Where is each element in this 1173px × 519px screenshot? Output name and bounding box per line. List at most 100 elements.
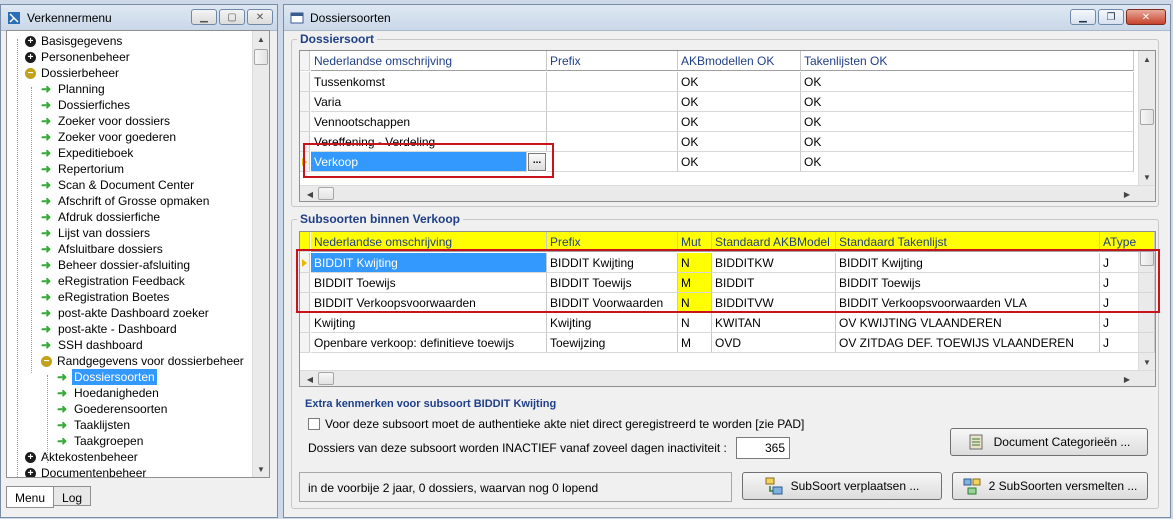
grid-cell[interactable]: OK bbox=[678, 92, 801, 112]
tree-item[interactable]: ➜ Goederensoorten bbox=[57, 401, 169, 417]
grid-cell[interactable]: OK bbox=[678, 132, 801, 152]
scroll-right-icon[interactable]: ▶ bbox=[1119, 186, 1135, 201]
tree-item[interactable]: ➜ Repertorium bbox=[41, 161, 126, 177]
grid-cell[interactable]: Openbare verkoop: definitieve toewijs bbox=[311, 333, 547, 353]
scroll-left-icon[interactable]: ◀ bbox=[302, 371, 318, 386]
tree-item[interactable]: ➜ post-akte - Dashboard bbox=[41, 321, 179, 337]
grid-cell[interactable]: OK bbox=[678, 152, 801, 172]
minimize-icon[interactable]: ▁ bbox=[1070, 9, 1096, 25]
explorer-menu-titlebar[interactable]: Verkennermenu ▁ ▢ ✕ bbox=[1, 5, 277, 31]
tree-item[interactable]: ➜ Taakgroepen bbox=[57, 433, 145, 449]
tree-item[interactable]: ➜ Lijst van dossiers bbox=[41, 225, 152, 241]
scrollbar-thumb[interactable] bbox=[1140, 109, 1154, 125]
tree-item[interactable]: + Aktekostenbeheer bbox=[25, 449, 140, 465]
grid-cell[interactable]: OK bbox=[678, 72, 801, 92]
row-indicator[interactable] bbox=[300, 313, 310, 333]
navigation-tree[interactable]: ▲ ▼ + Basisgegevens + Personenbeheer − Dossie… bbox=[6, 30, 270, 478]
grid-cell[interactable]: Tussenkomst bbox=[311, 72, 547, 92]
expand-icon[interactable]: + bbox=[25, 467, 36, 477]
scroll-left-icon[interactable]: ◀ bbox=[302, 186, 318, 201]
column-header[interactable]: AKBmodellen OK bbox=[678, 51, 801, 71]
grid-cell[interactable] bbox=[547, 152, 678, 172]
tree-item[interactable]: ➜ Dossiersoorten bbox=[57, 369, 157, 385]
grid-cell[interactable] bbox=[547, 92, 678, 112]
scroll-down-icon[interactable]: ▼ bbox=[253, 461, 269, 477]
grid-cell[interactable]: OK bbox=[801, 112, 1134, 132]
scrollbar-thumb[interactable] bbox=[254, 49, 268, 65]
move-subsoort-button[interactable]: SubSoort verplaatsen ... bbox=[742, 472, 942, 500]
column-header[interactable]: Prefix bbox=[547, 51, 678, 71]
grid-cell[interactable]: N bbox=[678, 313, 712, 333]
tree-item[interactable]: ➜ Beheer dossier-afsluiting bbox=[41, 257, 192, 273]
tree-item[interactable]: ➜ Dossierfiches bbox=[41, 97, 132, 113]
row-indicator[interactable] bbox=[300, 92, 310, 112]
tab-log[interactable]: Log bbox=[54, 486, 92, 506]
column-header[interactable]: Takenlijsten OK bbox=[801, 51, 1134, 71]
grid-cell[interactable] bbox=[547, 112, 678, 132]
expand-icon[interactable]: + bbox=[25, 35, 36, 47]
tree-item[interactable]: + Documentenbeheer bbox=[25, 465, 148, 477]
scroll-up-icon[interactable]: ▲ bbox=[1139, 51, 1155, 67]
scroll-up-icon[interactable]: ▲ bbox=[253, 31, 269, 47]
grid-cell[interactable]: Toewijzing bbox=[547, 333, 678, 353]
grid-cell[interactable]: Kwijting bbox=[311, 313, 547, 333]
tree-item[interactable]: − Randgegevens voor dossierbeheer bbox=[41, 353, 246, 369]
grid-cell[interactable]: Vennootschappen bbox=[311, 112, 547, 132]
tree-item[interactable]: ➜ post-akte Dashboard zoeker bbox=[41, 305, 211, 321]
grid1-vertical-scrollbar[interactable]: ▲ ▼ bbox=[1138, 51, 1155, 185]
tree-item[interactable]: ➜ eRegistration Boetes bbox=[41, 289, 171, 305]
document-categories-button[interactable]: Document Categorieën ... bbox=[950, 428, 1148, 456]
row-indicator[interactable] bbox=[300, 112, 310, 132]
direct-registration-checkbox[interactable] bbox=[308, 418, 320, 430]
dossiersoorten-titlebar[interactable]: Dossiersoorten ▁ ❐ ✕ bbox=[284, 5, 1170, 31]
tree-item[interactable]: ➜ SSH dashboard bbox=[41, 337, 145, 353]
tree-item[interactable]: ➜ Zoeker voor goederen bbox=[41, 129, 178, 145]
tree-item[interactable]: ➜ Afschrift of Grosse opmaken bbox=[41, 193, 211, 209]
grid-cell[interactable]: Varia bbox=[311, 92, 547, 112]
grid-cell[interactable]: J bbox=[1100, 333, 1155, 353]
tree-item[interactable]: + Basisgegevens bbox=[25, 33, 124, 49]
tree-item[interactable]: ➜ Planning bbox=[41, 81, 107, 97]
tree-item[interactable]: ➜ Afdruk dossierfiche bbox=[41, 209, 162, 225]
tree-item[interactable]: ➜ Hoedanigheden bbox=[57, 385, 161, 401]
tree-item[interactable]: ➜ Scan & Document Center bbox=[41, 177, 196, 193]
close-icon[interactable]: ✕ bbox=[1126, 9, 1166, 25]
scrollbar-thumb[interactable] bbox=[318, 187, 334, 200]
grid-cell[interactable]: OK bbox=[801, 92, 1134, 112]
grid-cell[interactable]: KWITAN bbox=[712, 313, 836, 333]
dossiersoort-grid[interactable]: ▲ ▼ ◀ ▶ Nederlandse omschrijving Prefix AK… bbox=[299, 50, 1156, 202]
inactive-days-input[interactable]: 365 bbox=[736, 437, 790, 459]
collapse-icon[interactable]: − bbox=[25, 67, 36, 79]
tree-item[interactable]: ➜ Afsluitbare dossiers bbox=[41, 241, 165, 257]
minimize-icon[interactable]: ▁ bbox=[191, 9, 217, 25]
tree-item[interactable]: ➜ eRegistration Feedback bbox=[41, 273, 187, 289]
column-header[interactable]: Nederlandse omschrijving bbox=[311, 51, 547, 71]
grid-cell[interactable]: OK bbox=[801, 152, 1134, 172]
grid-cell[interactable]: Kwijting bbox=[547, 313, 678, 333]
grid-cell[interactable]: OVD bbox=[712, 333, 836, 353]
tree-item[interactable]: ➜ Taaklijsten bbox=[57, 417, 132, 433]
grid-cell[interactable]: OK bbox=[801, 72, 1134, 92]
tree-item[interactable]: ➜ Expeditieboek bbox=[41, 145, 135, 161]
scroll-down-icon[interactable]: ▼ bbox=[1139, 169, 1155, 185]
grid-cell[interactable]: OV KWIJTING VLAANDEREN bbox=[836, 313, 1100, 333]
row-indicator[interactable] bbox=[300, 333, 310, 353]
grid-cell[interactable]: M bbox=[678, 333, 712, 353]
scrollbar-thumb[interactable] bbox=[318, 372, 334, 385]
row-indicator[interactable] bbox=[300, 72, 310, 92]
expand-icon[interactable]: + bbox=[25, 51, 36, 63]
expand-icon[interactable]: + bbox=[25, 451, 36, 463]
tree-vertical-scrollbar[interactable]: ▲ ▼ bbox=[252, 31, 269, 477]
tree-item[interactable]: + Personenbeheer bbox=[25, 49, 132, 65]
restore-icon[interactable]: ❐ bbox=[1098, 9, 1124, 25]
grid2-horizontal-scrollbar[interactable]: ◀ ▶ bbox=[300, 370, 1155, 386]
collapse-icon[interactable]: − bbox=[41, 355, 52, 367]
merge-subsoorten-button[interactable]: 2 SubSoorten versmelten ... bbox=[952, 472, 1148, 500]
tree-item[interactable]: − Dossierbeheer bbox=[25, 65, 121, 81]
scroll-down-icon[interactable]: ▼ bbox=[1139, 354, 1155, 370]
tab-menu[interactable]: Menu bbox=[6, 486, 55, 508]
scroll-right-icon[interactable]: ▶ bbox=[1119, 371, 1135, 386]
grid-cell[interactable]: OK bbox=[678, 112, 801, 132]
tree-item[interactable]: ➜ Zoeker voor dossiers bbox=[41, 113, 172, 129]
maximize-icon[interactable]: ▢ bbox=[219, 9, 245, 25]
